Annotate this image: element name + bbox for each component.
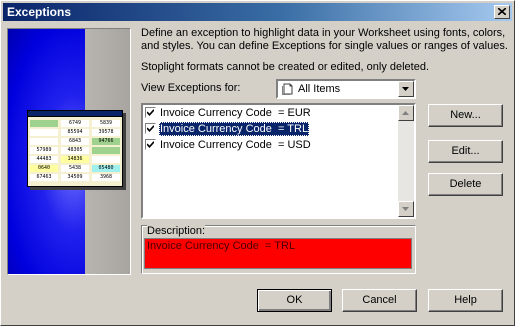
- thumbnail-cell: 57989: [30, 147, 58, 154]
- description-preview: Invoice Currency Code = TRL: [144, 238, 412, 269]
- thumbnail-cell: 94766: [92, 138, 120, 145]
- chevron-down-icon: [402, 87, 409, 91]
- worksheet-thumbnail: 6749 5839 85594 39578 6843 94766 57989 48305 444…: [27, 110, 123, 187]
- view-exceptions-dropdown-button[interactable]: [398, 81, 414, 97]
- thumbnail-cell: 67463: [30, 174, 58, 181]
- edit-button[interactable]: Edit...: [428, 140, 503, 163]
- thumbnail-cell: 6843: [61, 138, 89, 145]
- exception-checkbox[interactable]: [145, 107, 156, 118]
- instructions-text: Define an exception to highlight data in…: [141, 27, 508, 52]
- exceptions-dialog: Exceptions 6749 5839 85594 39578 6843 94766 57…: [0, 0, 515, 326]
- thumbnail-cell: [92, 147, 120, 154]
- window-title: Exceptions: [7, 5, 72, 19]
- thumbnail-cell: [30, 129, 58, 136]
- thumbnail-cell: 44483: [30, 156, 58, 163]
- exception-label: Invoice Currency Code = EUR: [160, 107, 311, 119]
- list-item[interactable]: Invoice Currency Code = EUR: [144, 105, 399, 121]
- description-label: Description:: [147, 225, 206, 237]
- cancel-button[interactable]: Cancel: [342, 289, 417, 312]
- list-item[interactable]: Invoice Currency Code = USD: [144, 137, 399, 153]
- chevron-up-icon: [402, 111, 409, 115]
- exception-label: Invoice Currency Code = TRL: [159, 122, 310, 136]
- new-button[interactable]: New...: [428, 104, 503, 127]
- exception-checkbox[interactable]: [145, 123, 156, 134]
- view-exceptions-value: All Items: [298, 83, 341, 95]
- thumbnail-cell: [92, 156, 120, 163]
- checkmark-icon: [147, 125, 154, 132]
- vertical-scrollbar[interactable]: [398, 105, 414, 217]
- description-text: Invoice Currency Code = TRL: [147, 240, 296, 252]
- worksheet-thumbnail-titlebar: [28, 111, 122, 117]
- thumbnail-cell: [30, 138, 58, 145]
- thumbnail-cell: 05480: [92, 165, 120, 172]
- chevron-down-icon: [402, 207, 409, 211]
- thumbnail-cell: 14836: [61, 156, 89, 163]
- checkmark-icon: [147, 109, 154, 116]
- close-button[interactable]: [494, 5, 510, 19]
- exception-checkbox[interactable]: [145, 139, 156, 150]
- thumbnail-cell: [30, 120, 58, 127]
- thumbnail-cell: 34509: [61, 174, 89, 181]
- thumbnail-cell: 6749: [61, 120, 89, 127]
- document-icon: [282, 83, 293, 95]
- close-icon: [498, 8, 506, 15]
- preview-image: 6749 5839 85594 39578 6843 94766 57989 48305 444…: [7, 28, 131, 275]
- list-item[interactable]: Invoice Currency Code = TRL: [144, 121, 399, 137]
- view-exceptions-label: View Exceptions for:: [141, 82, 241, 94]
- thumbnail-cell: 3968: [92, 174, 120, 181]
- scroll-up-button[interactable]: [398, 105, 414, 121]
- title-bar[interactable]: Exceptions: [3, 3, 512, 21]
- scroll-down-button[interactable]: [398, 201, 414, 217]
- view-exceptions-select[interactable]: All Items: [276, 79, 416, 99]
- ok-button[interactable]: OK: [257, 289, 332, 312]
- stoplight-note: Stoplight formats cannot be created or e…: [141, 61, 430, 73]
- help-button[interactable]: Help: [428, 289, 503, 312]
- thumbnail-cell: 48305: [61, 147, 89, 154]
- thumbnail-cell: 85594: [61, 129, 89, 136]
- delete-button[interactable]: Delete: [428, 173, 503, 196]
- thumbnail-cell: 39578: [92, 129, 120, 136]
- exceptions-list[interactable]: Invoice Currency Code = EUR Invoice Curr…: [141, 103, 416, 219]
- thumbnail-cell: 5839: [92, 120, 120, 127]
- checkmark-icon: [147, 141, 154, 148]
- thumbnail-cell: 0640: [30, 165, 58, 172]
- exception-label: Invoice Currency Code = USD: [160, 139, 311, 151]
- thumbnail-cell: 5438: [61, 165, 89, 172]
